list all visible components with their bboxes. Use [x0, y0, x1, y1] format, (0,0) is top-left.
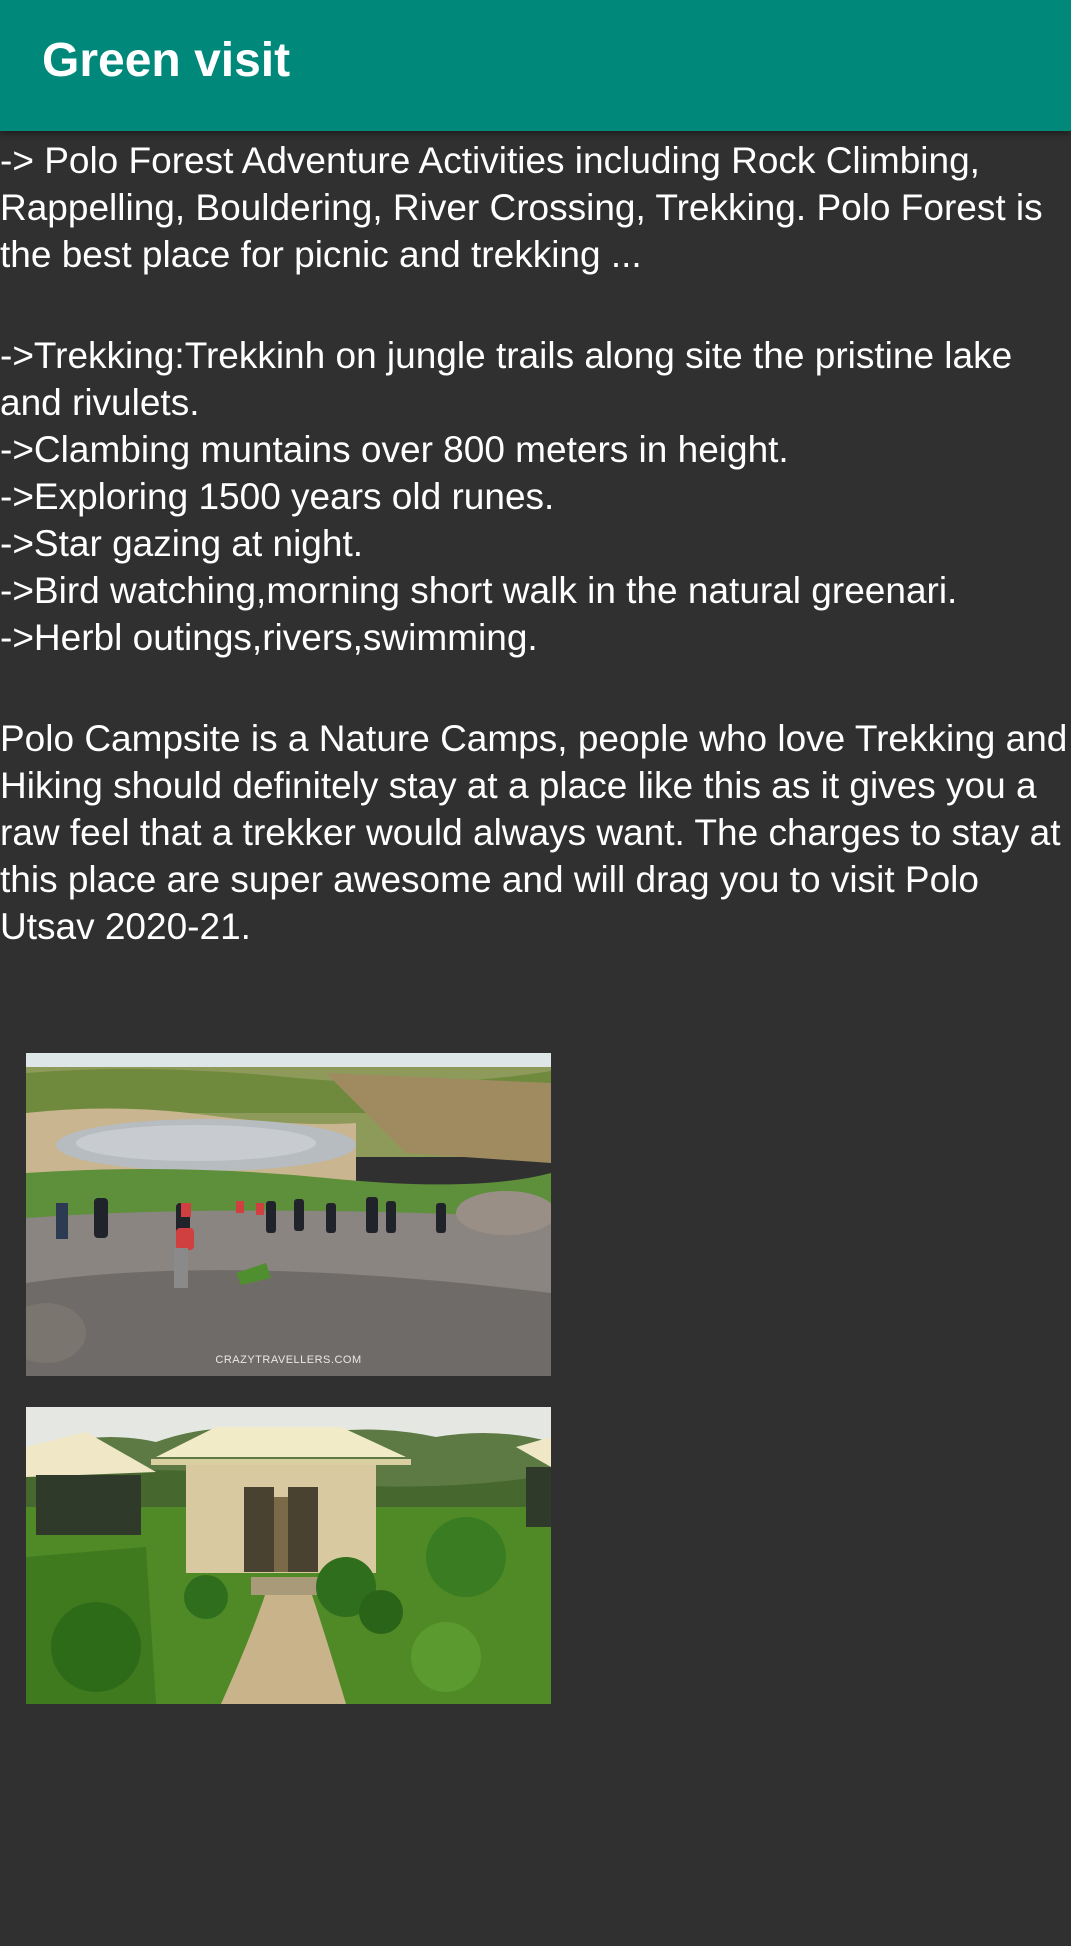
activity-item: ->Exploring 1500 years old runes.	[0, 476, 555, 517]
photo-watermark: CRAZYTRAVELLERS.COM	[215, 1354, 362, 1366]
intro-paragraph: -> Polo Forest Adventure Activities incl…	[0, 140, 1043, 275]
activity-item: ->Star gazing at night.	[0, 523, 364, 564]
campsite-paragraph: Polo Campsite is a Nature Camps, people …	[0, 718, 1068, 947]
activity-item: ->Herbl outings,rivers,swimming.	[0, 617, 538, 658]
app-bar: Green visit	[0, 0, 1071, 131]
app-title: Green visit	[42, 34, 291, 87]
trekkers-climbing-rocks-photo: CRAZYTRAVELLERS.COM	[26, 1053, 551, 1376]
activity-item: ->Clambing muntains over 800 meters in h…	[0, 429, 789, 470]
activity-item: ->Bird watching,morning short walk in th…	[0, 570, 958, 611]
activities-list: ->Trekking:Trekkinh on jungle trails alo…	[0, 332, 1071, 661]
activity-item: ->Trekking:Trekkinh on jungle trails alo…	[0, 335, 1013, 423]
content-scroll[interactable]: -> Polo Forest Adventure Activities incl…	[0, 137, 1071, 950]
campsite-tents-photo	[26, 1407, 551, 1704]
